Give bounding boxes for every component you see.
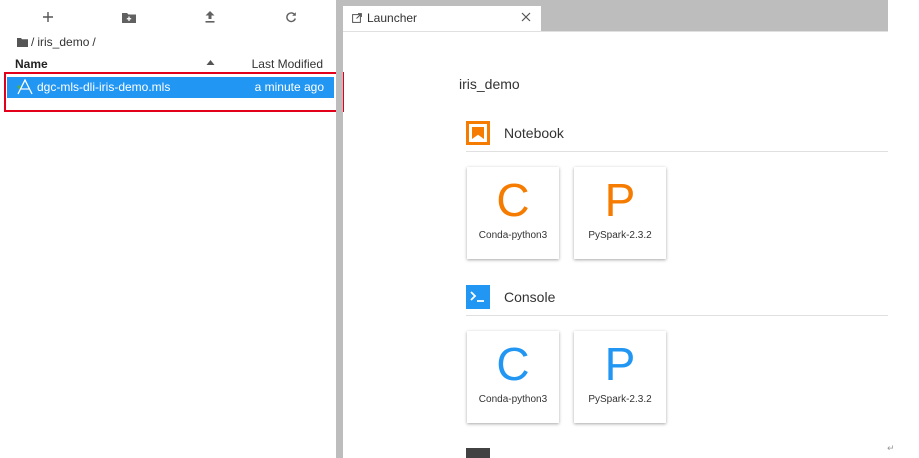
plus-icon [43, 12, 53, 22]
return-arrow-icon: ↵ [887, 443, 895, 453]
tab-bar-divider [343, 31, 888, 32]
file-browser-toolbar [0, 0, 336, 32]
notebook-icon [466, 121, 490, 145]
kernel-logo: P [604, 338, 636, 390]
section-divider [466, 315, 888, 316]
new-launcher-button[interactable] [34, 6, 62, 28]
name-column-header[interactable]: Name [15, 57, 48, 71]
file-modified-time: a minute ago [254, 80, 324, 94]
refresh-icon [286, 12, 296, 23]
console-section-title: Console [504, 289, 556, 305]
close-icon[interactable] [521, 12, 531, 22]
panel-splitter[interactable] [336, 0, 343, 458]
card-label: Conda-python3 [478, 230, 548, 241]
console-conda-python3-card[interactable]: C Conda-python3 [467, 331, 559, 423]
notebook-section-title: Notebook [504, 125, 564, 141]
breadcrumb-separator: / [92, 35, 96, 49]
card-label: Conda-python3 [478, 394, 548, 405]
upload-button[interactable] [196, 6, 224, 28]
file-browser-panel: / iris_demo / Name Last Modified dgc-mls… [0, 0, 336, 458]
file-list-item[interactable]: dgc-mls-dli-iris-demo.mls a minute ago [7, 77, 334, 98]
new-folder-icon [122, 13, 136, 23]
folder-icon[interactable] [17, 37, 28, 47]
console-pyspark-card[interactable]: P PySpark-2.3.2 [574, 331, 666, 423]
mls-file-icon [17, 79, 33, 95]
kernel-logo: C [496, 174, 530, 226]
breadcrumb: / iris_demo / [17, 34, 99, 50]
sort-ascending-icon[interactable] [206, 58, 215, 67]
section-divider [466, 151, 888, 152]
upload-icon [205, 11, 215, 23]
new-folder-button[interactable] [115, 6, 143, 28]
file-list-header: Name Last Modified [5, 55, 331, 73]
card-label: PySpark-2.3.2 [588, 394, 652, 405]
other-section-icon [466, 448, 490, 458]
kernel-logo: C [496, 338, 530, 390]
last-modified-column-header[interactable]: Last Modified [252, 57, 323, 71]
card-label: PySpark-2.3.2 [588, 230, 652, 241]
file-name: dgc-mls-dli-iris-demo.mls [37, 80, 171, 94]
tab-label: Launcher [367, 11, 418, 25]
breadcrumb-separator: / [31, 35, 35, 49]
launcher-cwd-title: iris_demo [459, 76, 520, 92]
console-icon [466, 285, 490, 309]
refresh-button[interactable] [277, 6, 305, 28]
launcher-tab-icon [352, 13, 362, 23]
kernel-logo: P [604, 174, 636, 226]
right-margin [888, 0, 919, 458]
notebook-pyspark-card[interactable]: P PySpark-2.3.2 [574, 167, 666, 259]
breadcrumb-item-iris-demo[interactable]: iris_demo [37, 35, 89, 49]
notebook-conda-python3-card[interactable]: C Conda-python3 [467, 167, 559, 259]
tab-launcher[interactable]: Launcher [343, 6, 541, 31]
